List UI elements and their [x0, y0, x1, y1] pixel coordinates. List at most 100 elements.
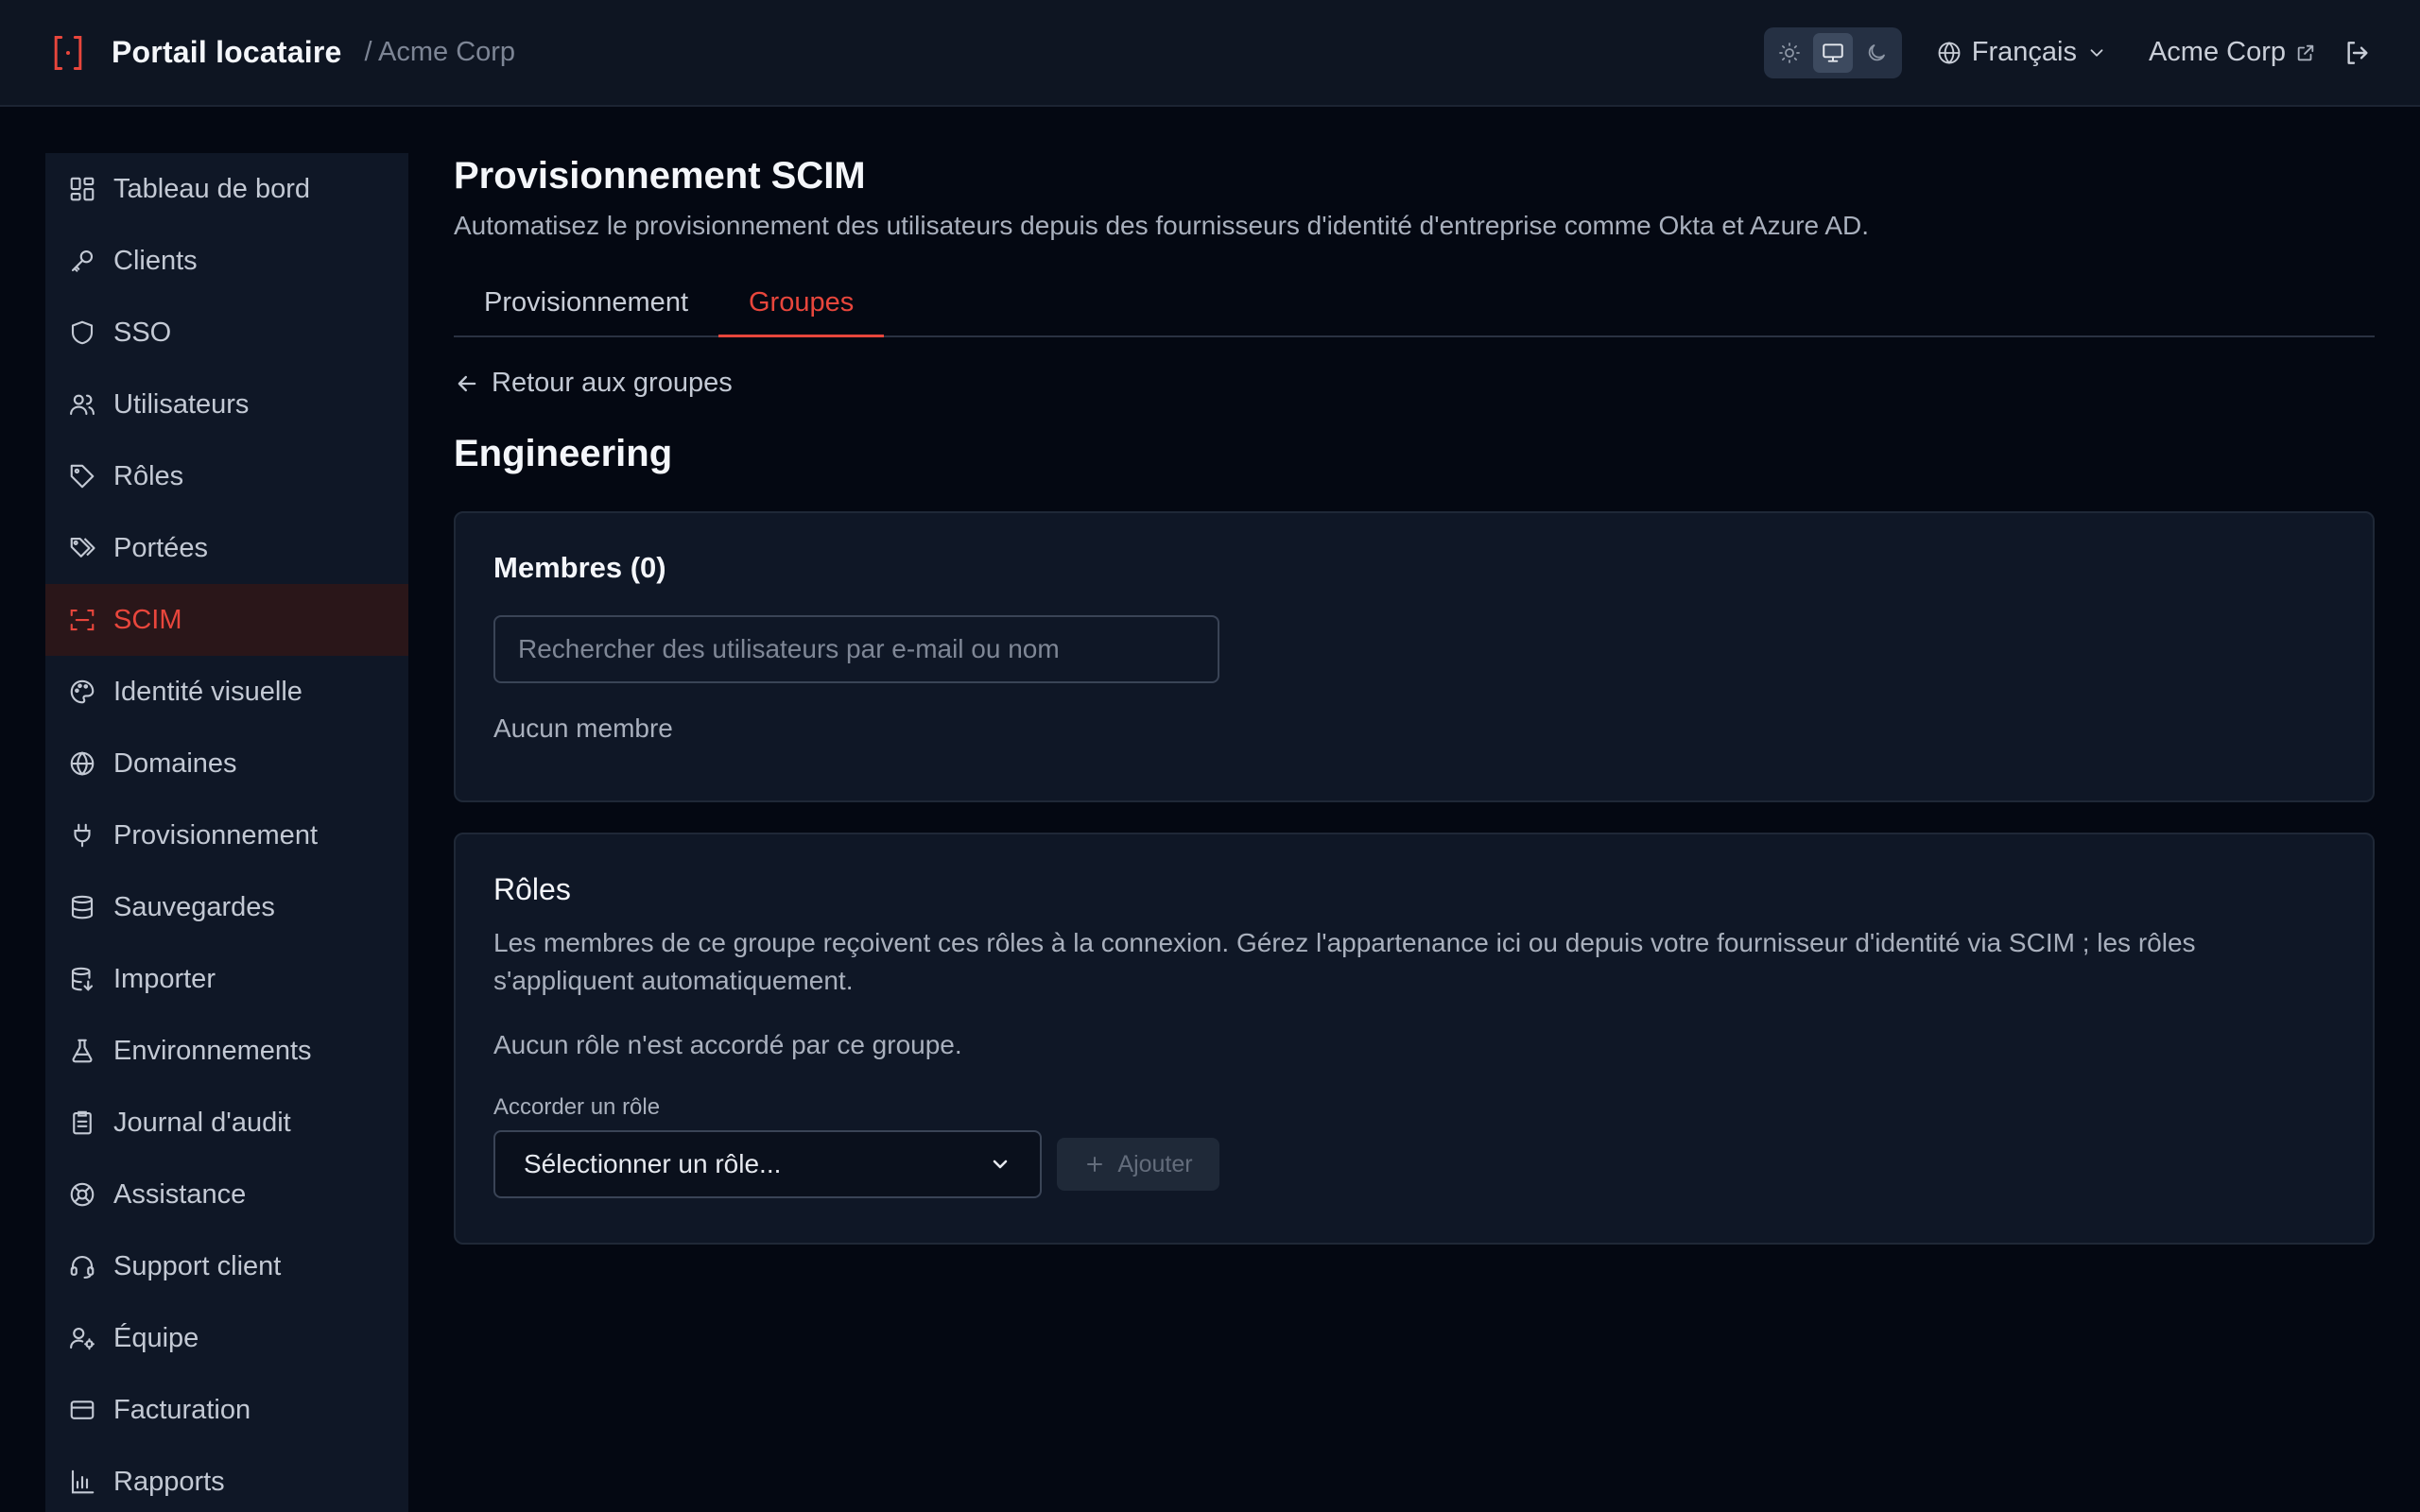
external-link-icon [2297, 44, 2314, 60]
key-icon [71, 249, 94, 272]
sidebar-item-scim[interactable]: SCIM [45, 584, 408, 656]
tag-icon [70, 464, 95, 489]
sidebar-item-assistance[interactable]: Assistance [45, 1159, 408, 1230]
dark-theme-button[interactable] [1857, 33, 1896, 73]
sidebar-item-label: Utilisateurs [113, 388, 250, 420]
sidebar-item-label: Facturation [113, 1394, 251, 1425]
sun-icon [1778, 42, 1800, 63]
tenant-link[interactable]: Acme Corp [2149, 37, 2316, 68]
sidebar-item-provisioning[interactable]: Provisionnement [45, 799, 408, 871]
user-cog-icon [70, 1327, 95, 1350]
sidebar-item-environments[interactable]: Environnements [45, 1015, 408, 1087]
sidebar-item-label: SCIM [113, 604, 182, 635]
members-title: Membres (0) [493, 551, 666, 584]
dashboard-icon [70, 177, 95, 201]
globe-icon [70, 751, 95, 776]
sidebar-item-label: Support client [113, 1250, 282, 1281]
add-role-button[interactable]: Ajouter [1057, 1138, 1219, 1191]
arrow-left-icon [458, 375, 476, 391]
users-icon [70, 394, 95, 416]
sidebar-item-sso[interactable]: SSO [45, 297, 408, 369]
sidebar-item-customer-support[interactable]: Support client [45, 1230, 408, 1302]
breadcrumb: / Acme Corp [364, 37, 516, 67]
headset-icon [70, 1255, 95, 1279]
sidebar-item-label: Environnements [113, 1035, 312, 1066]
logo-icon [54, 35, 82, 70]
top-bar: Portail locataire / Acme Corp Français A… [0, 0, 2420, 107]
sidebar-item-domains[interactable]: Domaines [45, 728, 408, 799]
sidebar-item-clients[interactable]: Clients [45, 225, 408, 297]
sidebar-item-label: Tableau de bord [113, 173, 310, 204]
tenant-label: Acme Corp [2148, 37, 2286, 67]
sidebar: Tableau de bord Clients SSO Utilisateurs… [45, 153, 408, 1512]
sidebar-item-label: SSO [113, 317, 172, 348]
roles-empty-text: Aucun rôle n'est accordé par ce groupe. [493, 1030, 962, 1059]
tab-provisioning[interactable]: Provisionnement [454, 269, 718, 335]
sidebar-item-label: Clients [113, 245, 198, 276]
sidebar-item-scopes[interactable]: Portées [45, 512, 408, 584]
flask-icon [72, 1039, 93, 1063]
group-title: Engineering [454, 433, 673, 474]
sidebar-item-import[interactable]: Importer [45, 943, 408, 1015]
sidebar-item-users[interactable]: Utilisateurs [45, 369, 408, 440]
logout-icon [2347, 41, 2368, 64]
sidebar-item-label: Sauvegardes [113, 891, 275, 922]
language-label: Français [1971, 37, 2077, 67]
database-icon [71, 895, 94, 919]
monitor-icon [1823, 43, 1843, 62]
tab-bar: Provisionnement Groupes [454, 269, 2375, 337]
sidebar-item-label: Importer [113, 963, 216, 994]
globe-icon [1938, 41, 1961, 64]
page-title: Provisionnement SCIM [454, 155, 866, 197]
page-subtitle: Automatisez le provisionnement des utili… [454, 211, 1870, 240]
role-select-value: Sélectionner un rôle... [524, 1149, 782, 1178]
logout-button[interactable] [2342, 38, 2373, 68]
plus-icon [1087, 1157, 1103, 1172]
tags-icon [70, 537, 95, 558]
roles-card: Rôles Les membres de ce groupe reçoivent… [454, 833, 2375, 1245]
app-title: Portail locataire [112, 35, 342, 69]
sidebar-item-billing[interactable]: Facturation [45, 1374, 408, 1446]
theme-toggle [1763, 26, 1902, 78]
sidebar-item-label: Rapports [113, 1466, 225, 1497]
sidebar-item-branding[interactable]: Identité visuelle [45, 656, 408, 728]
tab-groups[interactable]: Groupes [718, 269, 885, 337]
sidebar-item-backups[interactable]: Sauvegardes [45, 871, 408, 943]
sidebar-item-label: Provisionnement [113, 819, 318, 850]
sidebar-item-roles[interactable]: Rôles [45, 440, 408, 512]
chevron-down-icon [2090, 48, 2103, 57]
grant-role-label: Accorder un rôle [493, 1094, 661, 1120]
sidebar-item-label: Équipe [113, 1322, 199, 1353]
add-role-label: Ajouter [1117, 1150, 1193, 1177]
lifebuoy-icon [70, 1182, 95, 1207]
back-link-label: Retour aux groupes [492, 368, 733, 398]
brand[interactable]: Portail locataire / Acme Corp [47, 32, 515, 74]
chevron-down-icon [993, 1160, 1008, 1169]
sidebar-item-label: Journal d'audit [113, 1107, 291, 1138]
light-theme-button[interactable] [1770, 33, 1809, 73]
sidebar-item-label: Portées [113, 532, 208, 563]
members-empty-text: Aucun membre [493, 713, 673, 743]
system-theme-button[interactable] [1812, 32, 1853, 73]
sidebar-item-label: Domaines [113, 747, 237, 779]
roles-description: Les membres de ce groupe reçoivent ces r… [493, 928, 2196, 995]
sidebar-item-audit-log[interactable]: Journal d'audit [45, 1087, 408, 1159]
back-to-groups-link[interactable]: Retour aux groupes [454, 368, 2375, 399]
plug-icon [74, 823, 91, 848]
scan-icon [70, 609, 95, 631]
sidebar-item-label: Rôles [113, 460, 184, 491]
palette-icon [70, 679, 95, 704]
main-content: Provisionnement SCIM Automatisez le prov… [454, 153, 2375, 1245]
member-search-input[interactable] [493, 615, 1219, 683]
sidebar-item-team[interactable]: Équipe [45, 1302, 408, 1374]
bar-chart-icon [71, 1469, 95, 1494]
language-selector[interactable]: Français [1936, 37, 2107, 68]
database-import-icon [71, 967, 94, 991]
sidebar-item-label: Identité visuelle [113, 676, 302, 707]
members-card: Membres (0) Aucun membre [454, 511, 2375, 802]
sidebar-item-reports[interactable]: Rapports [45, 1446, 408, 1512]
shield-icon [71, 320, 94, 345]
role-select[interactable]: Sélectionner un rôle... [493, 1130, 1042, 1198]
sidebar-item-dashboard[interactable]: Tableau de bord [45, 153, 408, 225]
roles-title: Rôles [493, 872, 571, 906]
